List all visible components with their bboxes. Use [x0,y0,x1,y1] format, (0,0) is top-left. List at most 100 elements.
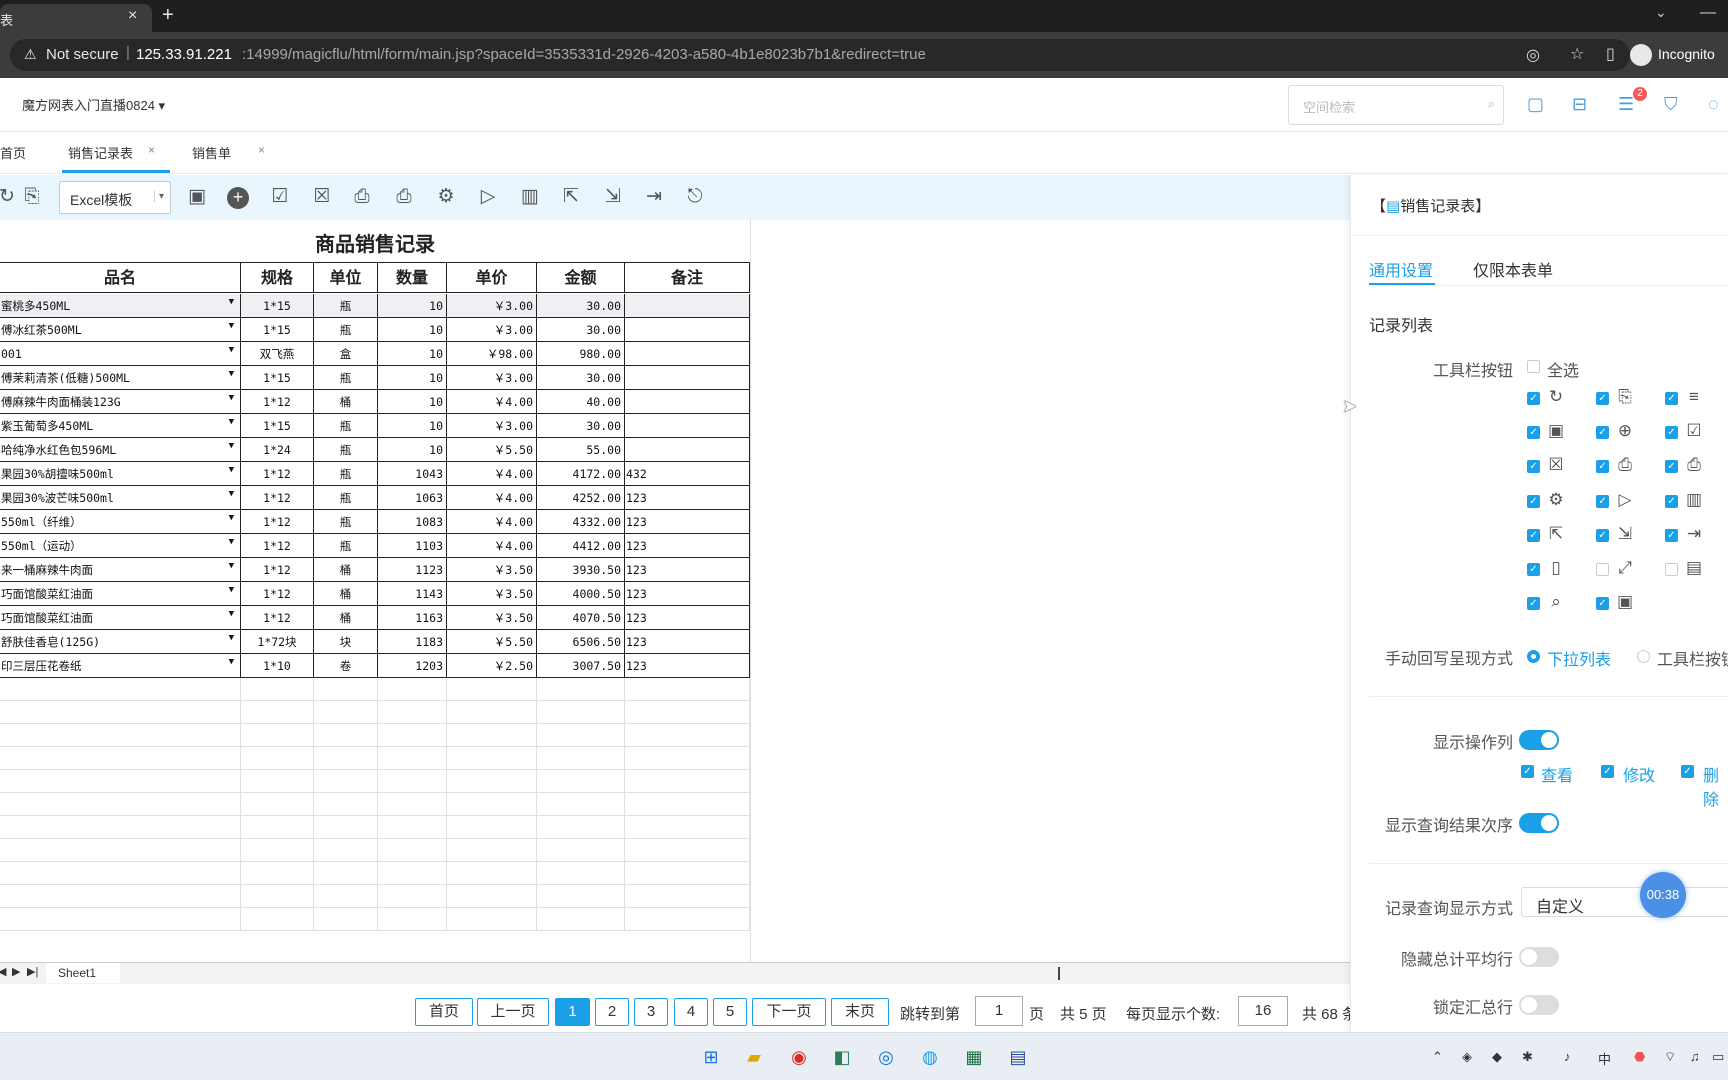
empty-cell[interactable] [241,747,314,770]
empty-cell[interactable] [314,816,378,839]
cell-amount[interactable]: 4172.00 [537,462,625,486]
cell-amount[interactable]: 4332.00 [537,510,625,534]
tab-sales-order[interactable]: 销售单 [192,143,231,162]
cell-unit[interactable]: 桶 [314,558,378,582]
empty-cell[interactable] [447,770,537,793]
cell-price[interactable]: ￥3.50 [447,558,537,582]
cell-amount[interactable]: 3930.50 [537,558,625,582]
tab-home[interactable]: 首页 [0,143,26,162]
cell-dropdown-icon[interactable]: ▼ [229,582,234,602]
cell-price[interactable]: ￥4.00 [447,390,537,414]
empty-cell[interactable] [378,747,447,770]
empty-cell[interactable] [537,770,625,793]
empty-cell[interactable] [537,839,625,862]
bookmark-star-icon[interactable]: ☆ [1570,44,1584,64]
empty-cell[interactable] [537,862,625,885]
cell-remark[interactable]: 123 [625,558,750,582]
empty-cell[interactable] [0,908,241,931]
save-button-checkbox[interactable]: ✓ [1527,426,1540,440]
op-edit-checkbox[interactable]: ✓ [1601,765,1614,778]
app-icon[interactable]: ◧ [828,1043,856,1071]
cell-spec[interactable]: 1*24 [241,438,314,462]
cell-amount[interactable]: 3007.50 [537,654,625,678]
cell-remark[interactable] [625,318,750,342]
cell-qty[interactable]: 1063 [378,486,447,510]
empty-cell[interactable] [314,862,378,885]
empty-cell[interactable] [241,862,314,885]
excel-template-select[interactable]: Excel模板 ▾ [59,181,171,214]
cell-remark[interactable]: 123 [625,630,750,654]
api-button-checkbox[interactable] [1665,563,1678,576]
cell-unit[interactable]: 瓶 [314,510,378,534]
cell-qty[interactable]: 10 [378,366,447,390]
empty-cell[interactable] [537,816,625,839]
empty-grid-row[interactable] [0,839,750,862]
empty-cell[interactable] [625,793,750,816]
shirt-icon[interactable]: ⛉ [1664,94,1678,115]
empty-cell[interactable] [447,908,537,931]
jump-page-input[interactable]: 1 [975,996,1023,1026]
cell-remark[interactable] [625,438,750,462]
cell-name[interactable]: 来一桶麻辣牛肉面 ▼ [0,558,241,582]
empty-cell[interactable] [625,747,750,770]
export-icon[interactable]: ⇱ [558,185,584,211]
empty-cell[interactable] [241,885,314,908]
empty-cell[interactable] [0,678,241,701]
cell-spec[interactable]: 1*10 [241,654,314,678]
cell-price[interactable]: ￥5.50 [447,630,537,654]
cell-spec[interactable]: 1*12 [241,486,314,510]
empty-cell[interactable] [625,885,750,908]
cell-amount[interactable]: 4252.00 [537,486,625,510]
empty-cell[interactable] [537,678,625,701]
table-row[interactable]: 哈纯净水红色包596ML ▼ 1*24 瓶 10 ￥5.50 55.00 [0,438,750,462]
cell-dropdown-icon[interactable]: ▼ [229,318,234,338]
empty-cell[interactable] [537,724,625,747]
cell-spec[interactable]: 1*12 [241,558,314,582]
tab-form-only[interactable]: 仅限本表单 [1473,257,1553,281]
delete-button-checkbox[interactable]: ✓ [1527,460,1540,474]
share-icon[interactable]: ⎋ [682,185,708,211]
cell-unit[interactable]: 瓶 [314,486,378,510]
empty-cell[interactable] [447,678,537,701]
cell-amount[interactable]: 40.00 [537,390,625,414]
cell-price[interactable]: ￥3.00 [447,414,537,438]
empty-cell[interactable] [378,678,447,701]
cell-price[interactable]: ￥4.00 [447,534,537,558]
print-add-icon[interactable]: ⎙ [391,185,417,211]
cell-unit[interactable]: 桶 [314,582,378,606]
cell-remark[interactable] [625,342,750,366]
add-record-icon[interactable]: + [227,187,249,209]
table-row[interactable]: 巧面馆酸菜红油面 ▼ 1*12 桶 1163 ￥3.50 4070.50 123 [0,606,750,630]
cell-unit[interactable]: 瓶 [314,534,378,558]
submit-button-checkbox[interactable]: ✓ [1665,426,1678,440]
print-add-button-checkbox[interactable]: ✓ [1665,460,1678,474]
settings-doc-button-checkbox[interactable]: ✓ [1527,494,1540,508]
cell-spec[interactable]: 1*15 [241,318,314,342]
wifi-icon[interactable]: ⌔ [1664,1049,1676,1065]
table-row[interactable]: 印三层压花卷纸 ▼ 1*10 卷 1203 ￥2.50 3007.50 123 [0,654,750,678]
table-row[interactable]: 001 ▼ 双飞燕 盒 10 ￥98.00 980.00 [0,342,750,366]
cell-spec[interactable]: 1*15 [241,366,314,390]
empty-cell[interactable] [241,908,314,931]
cell-unit[interactable]: 瓶 [314,414,378,438]
file-explorer-icon[interactable]: ▰ [740,1043,768,1071]
cell-amount[interactable]: 55.00 [537,438,625,462]
side-panel-icon[interactable]: ▯ [1606,44,1615,64]
cell-remark[interactable]: 123 [625,606,750,630]
empty-cell[interactable] [241,724,314,747]
cell-qty[interactable]: 10 [378,342,447,366]
empty-cell[interactable] [625,770,750,793]
space-selector[interactable]: 魔方网表入门直播0824 ▾ [22,95,165,114]
excel-export-icon[interactable]: ⎘ [19,185,45,211]
cell-spec[interactable]: 1*72块 [241,630,314,654]
tab-sales-records[interactable]: 销售记录表 [68,143,133,162]
cell-unit[interactable]: 卷 [314,654,378,678]
empty-cell[interactable] [0,770,241,793]
cell-amount[interactable]: 30.00 [537,414,625,438]
not-secure-label[interactable]: Not secure [46,46,119,63]
import-icon[interactable]: ⇲ [600,185,626,211]
sheet-prev-icon[interactable]: ◀ [0,965,6,978]
cell-price[interactable]: ￥3.00 [447,294,537,318]
excel-icon[interactable]: ▦ [960,1043,988,1071]
table-row[interactable]: 傅冰红茶500ML ▼ 1*15 瓶 10 ￥3.00 30.00 [0,318,750,342]
